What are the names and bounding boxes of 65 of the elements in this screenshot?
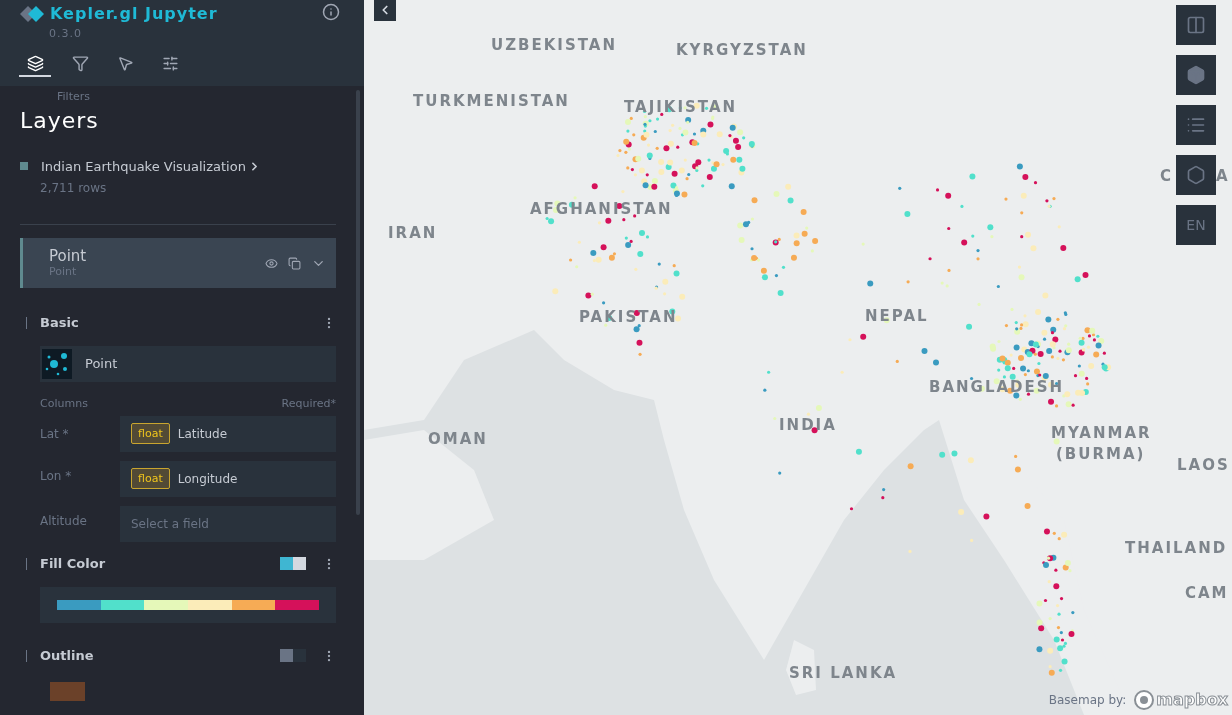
layer-type-select[interactable]: Point <box>40 346 336 382</box>
field-label: Lat * <box>40 425 70 443</box>
dataset-rows: 2,711 rows <box>40 179 107 197</box>
field-label: Lon * <box>40 467 73 485</box>
columns-label: Columns <box>40 396 88 412</box>
map-label: BANGLADESH <box>929 377 1065 398</box>
map-label: KYRGYZSTAN <box>676 40 808 61</box>
map-label: CAM <box>1185 583 1229 604</box>
type-tag: float <box>131 468 170 489</box>
filter-icon <box>71 54 89 72</box>
app-version: 0.3.0 <box>49 26 82 42</box>
map-label: UZBEKISTAN <box>491 35 617 56</box>
split-map-button[interactable] <box>1176 5 1216 45</box>
outline-color-swatch[interactable] <box>50 681 85 701</box>
map-label: OMAN <box>428 429 488 450</box>
section-title: Fill Color <box>40 554 106 573</box>
section-title: Basic <box>40 314 79 333</box>
map-label: INDIA <box>779 415 837 436</box>
app-title: Kepler.gl Jupyter <box>50 3 218 25</box>
map-label: IRAN <box>388 223 438 244</box>
type-tag: float <box>131 423 170 444</box>
tooltip-text: Filters <box>57 89 90 105</box>
cube-icon <box>1186 65 1206 85</box>
pointer-icon <box>116 54 134 72</box>
map-label: AFGHANISTAN <box>530 199 673 220</box>
split-icon <box>1186 15 1206 35</box>
field-select[interactable]: float Latitude <box>120 415 336 452</box>
polygon-icon <box>1186 165 1206 185</box>
point-layer-icon <box>42 349 72 379</box>
field-select[interactable]: float Longitude <box>120 460 336 497</box>
eye-icon[interactable] <box>265 256 278 270</box>
map-label: MYANMAR <box>1051 423 1152 444</box>
map-label: PAKISTAN <box>579 307 678 328</box>
color-range-select[interactable] <box>40 586 336 623</box>
map-label: TURKMENISTAN <box>413 91 570 112</box>
map-label: A <box>1216 166 1230 187</box>
sliders-icon <box>161 54 179 72</box>
map-label: TAJIKISTAN <box>624 97 738 118</box>
attribution-text: Basemap by: <box>1048 692 1127 709</box>
info-icon[interactable] <box>322 3 340 21</box>
dataset-link[interactable]: Indian Earthquake Visualization <box>41 156 261 176</box>
map-drawing[interactable] <box>364 0 1232 715</box>
collapse-button[interactable] <box>374 0 396 21</box>
map-label: THAILAND <box>1125 538 1228 559</box>
map-label: NEPAL <box>865 306 929 327</box>
copy-icon[interactable] <box>288 256 301 270</box>
map-label: (BURMA) <box>1056 444 1146 465</box>
required-label: Required* <box>281 396 336 412</box>
map-label: C <box>1160 166 1173 187</box>
map-label: SRI LANKA <box>789 663 898 684</box>
toggle-switch[interactable] <box>280 649 306 662</box>
layers-tab[interactable] <box>19 54 51 77</box>
brand-name: mapbox <box>1156 689 1228 711</box>
logo-icon <box>20 6 44 22</box>
toggle-switch[interactable] <box>280 557 306 570</box>
map-label: LAOS <box>1177 455 1230 476</box>
panel-title: Layers <box>20 106 99 135</box>
cube-button[interactable] <box>1176 55 1216 95</box>
legend-button[interactable] <box>1176 105 1216 145</box>
layer-name: Point <box>49 247 87 265</box>
list-icon <box>1186 115 1206 135</box>
layers-icon <box>26 54 44 72</box>
field-label: Altitude <box>40 512 88 530</box>
draw-button[interactable] <box>1176 155 1216 195</box>
section-title: Outline <box>40 646 94 665</box>
